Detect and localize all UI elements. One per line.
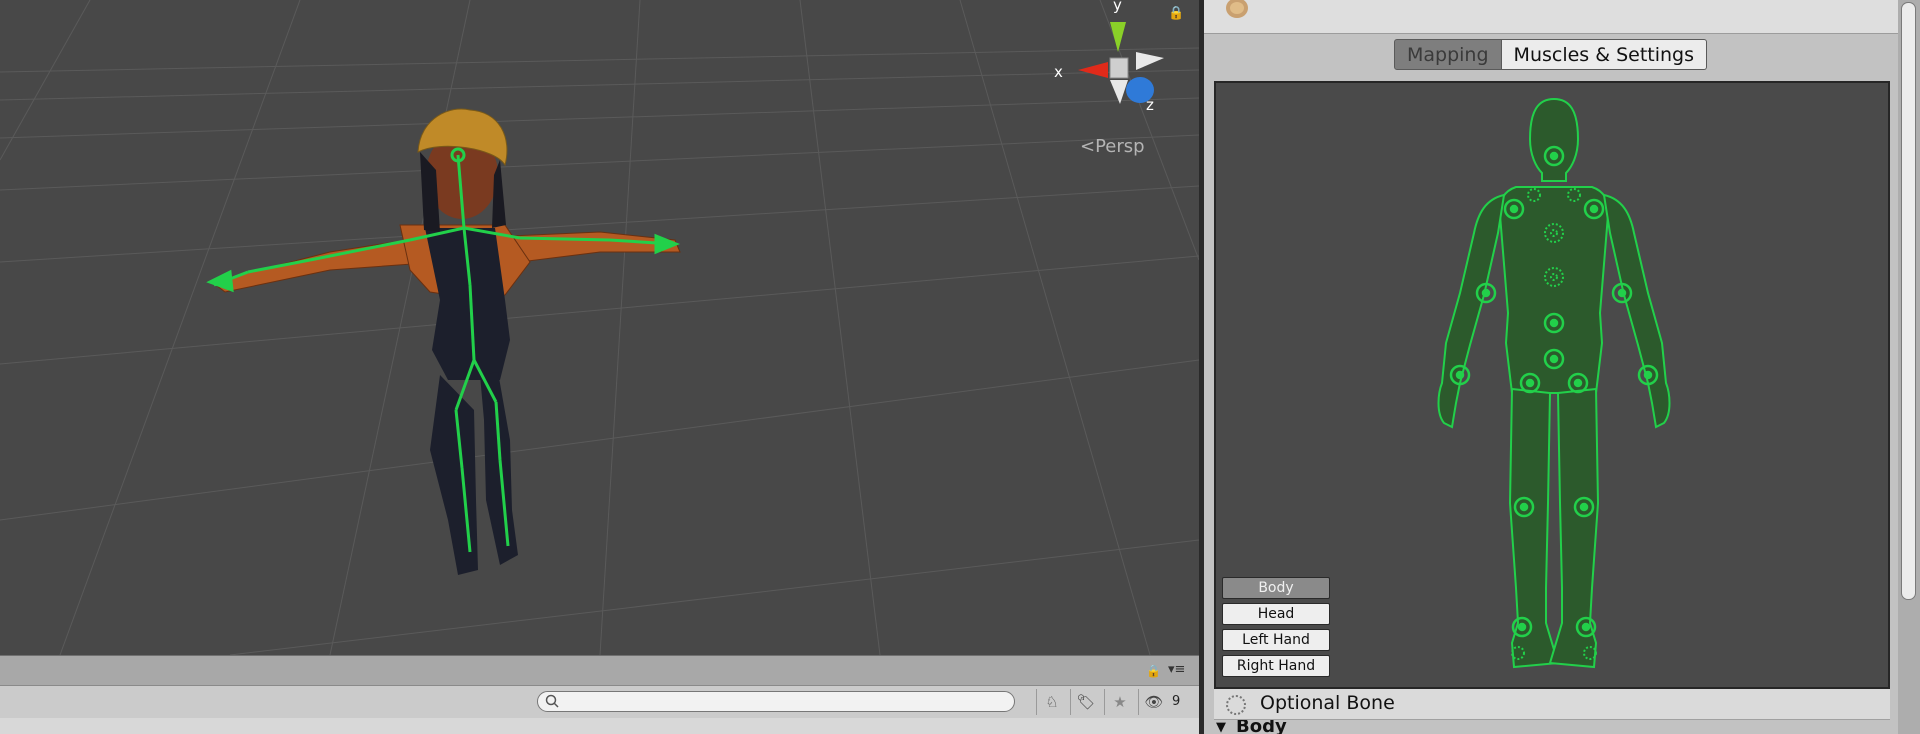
search-toolbar: ♘ 🏷 ★ 👁 9 (0, 685, 1199, 719)
scene-view[interactable]: y x z <Persp 🔒 (0, 0, 1199, 655)
gizmo-axis-z: z (1146, 96, 1154, 114)
hidden-count: 9 (1172, 694, 1181, 709)
eye-hidden-icon[interactable]: 👁 (1138, 689, 1169, 715)
avatar-mapping-view[interactable]: Body Head Left Hand Right Hand (1214, 81, 1890, 689)
star-icon[interactable]: ★ (1104, 689, 1135, 715)
optional-bone-legend: Optional Bone (1214, 689, 1890, 720)
tab-muscles-settings[interactable]: Muscles & Settings (1501, 39, 1708, 70)
search-input[interactable] (566, 693, 1010, 712)
inspector-scrollbar[interactable] (1898, 0, 1920, 734)
inspector-header (1204, 0, 1898, 34)
body-part-button-head[interactable]: Head (1222, 603, 1330, 625)
search-icon (545, 694, 559, 708)
orientation-gizmo[interactable]: y x z (1054, 0, 1164, 114)
optional-bone-icon (1226, 695, 1246, 715)
layers-icon[interactable]: ♘ (1036, 689, 1067, 715)
body-part-button-left-hand[interactable]: Left Hand (1222, 629, 1330, 651)
body-part-button-body[interactable]: Body (1222, 577, 1330, 599)
gizmo-axis-y: y (1113, 0, 1122, 14)
optional-bone-label: Optional Bone (1260, 692, 1395, 714)
avatar-icon (1226, 0, 1248, 18)
lock-icon[interactable]: 🔒 (1168, 6, 1184, 21)
scrollbar-thumb[interactable] (1901, 2, 1916, 600)
perspective-arrow-icon: < (1080, 136, 1096, 157)
foldout-triangle-icon[interactable]: ▼ (1216, 720, 1226, 734)
tag-icon[interactable]: 🏷 (1070, 689, 1101, 715)
scene-grid (0, 0, 1199, 655)
gizmo-axis-x: x (1054, 63, 1063, 81)
scene-canvas[interactable]: y x z (0, 0, 1199, 655)
body-section-label: Body (1236, 720, 1287, 734)
panel-menu-icon[interactable]: ▾≡ (1168, 662, 1185, 677)
projection-label: Persp (1095, 136, 1145, 157)
character-model[interactable] (210, 108, 681, 575)
projection-toggle[interactable]: <Persp (1080, 136, 1145, 157)
bottom-strip (0, 718, 1199, 734)
search-field[interactable] (537, 691, 1015, 712)
inspector-panel: Mapping Muscles & Settings Body Head Lef… (1204, 0, 1920, 734)
body-section-foldout[interactable]: ▼ Body (1214, 720, 1890, 734)
panel-header: 🔒 ▾≡ (0, 655, 1199, 686)
mapping-tabs: Mapping Muscles & Settings (1394, 39, 1708, 72)
tab-mapping[interactable]: Mapping (1394, 39, 1502, 70)
panel-lock-icon[interactable]: 🔒 (1146, 664, 1161, 678)
body-part-button-right-hand[interactable]: Right Hand (1222, 655, 1330, 677)
